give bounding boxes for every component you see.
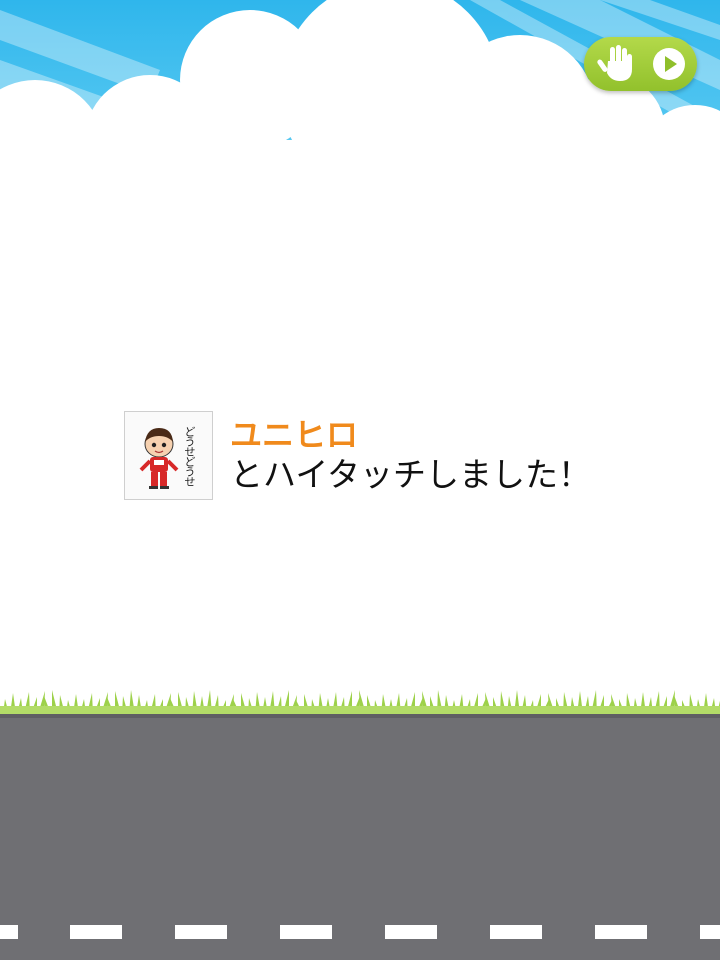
avatar-side-text: どうせどうせ (183, 426, 196, 486)
play-icon (653, 48, 685, 80)
hightouch-play-button[interactable] (584, 37, 697, 91)
game-scene: どうせどうせ ユニヒロ とハイタッチしました！ (0, 0, 720, 960)
friend-name: ユニヒロ (230, 416, 359, 454)
hand-icon (597, 45, 632, 81)
hightouch-message: とハイタッチしました！ (230, 455, 592, 494)
character-avatar: どうせどうせ (124, 411, 213, 500)
character-avatar-icon (139, 428, 179, 489)
